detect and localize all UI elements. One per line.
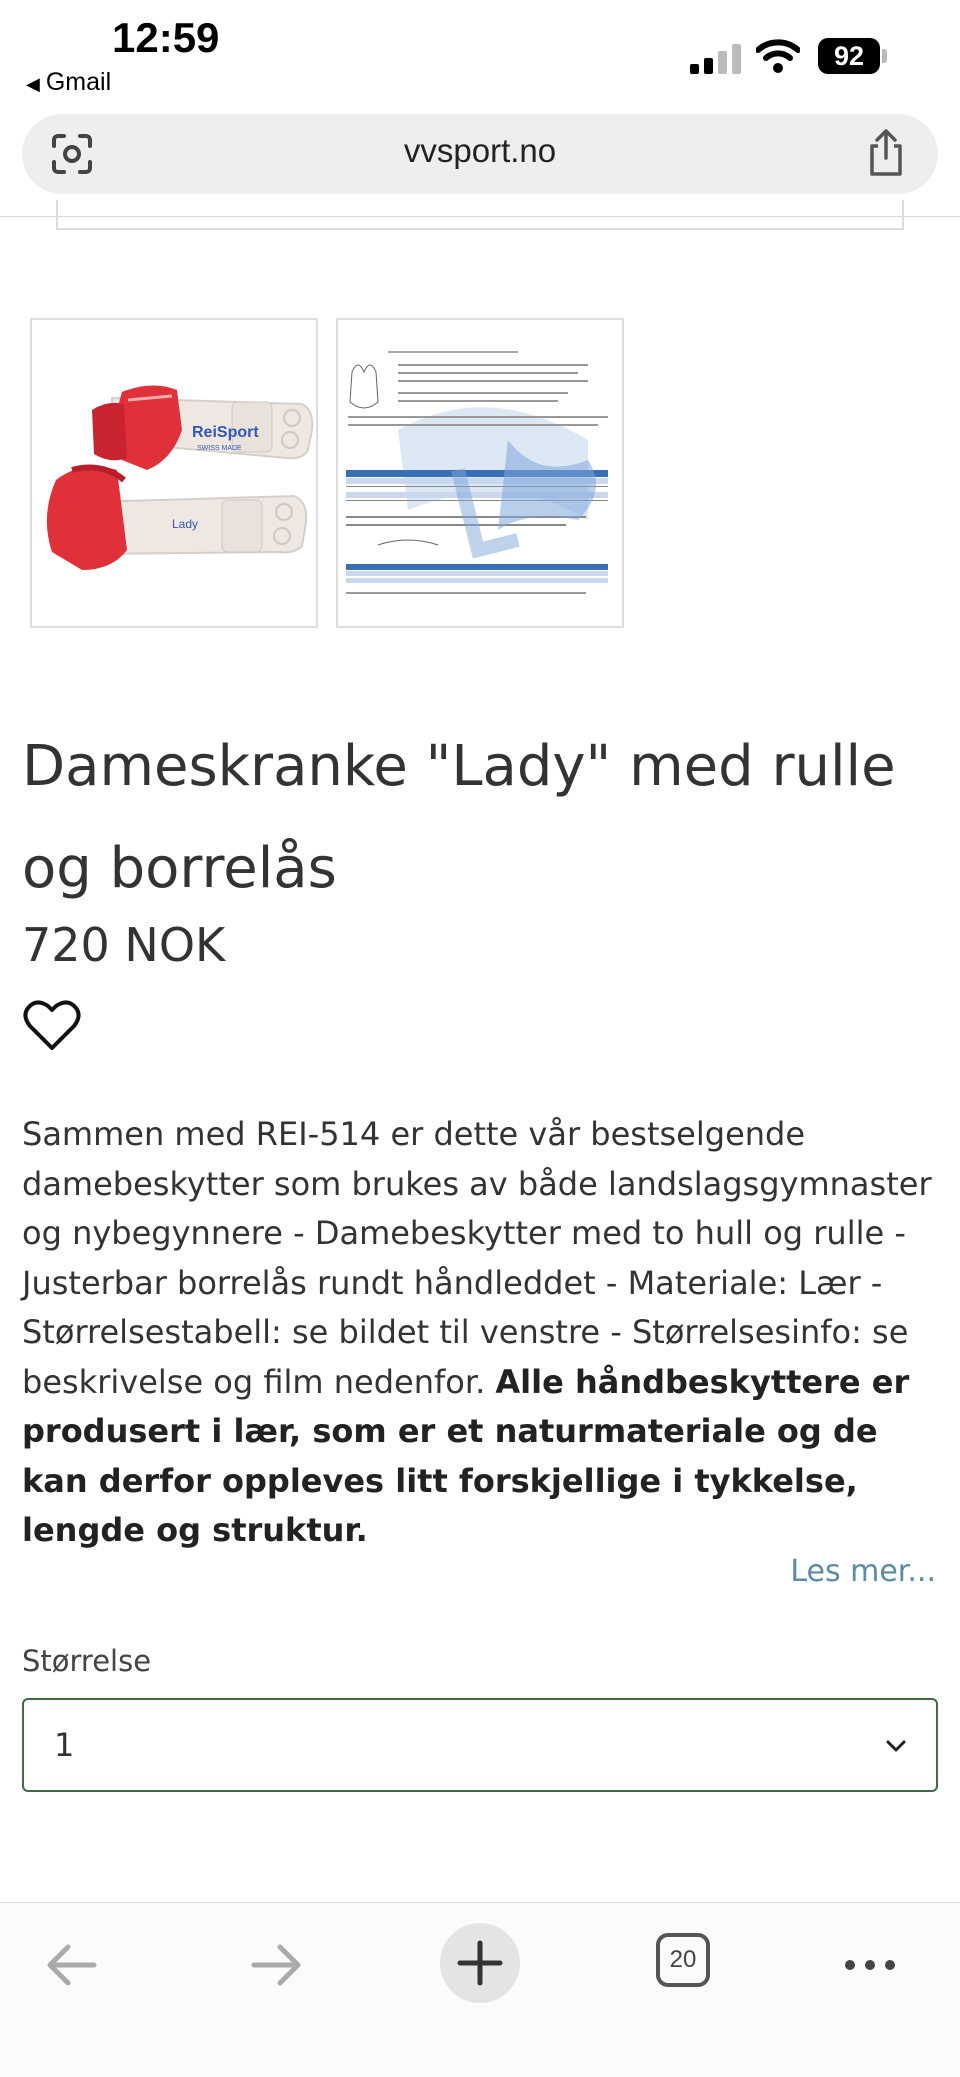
chevron-down-icon (886, 1740, 906, 1752)
tab-count: 20 (656, 1933, 710, 1987)
thumbnail-sub-text: SWISS MADE (197, 445, 242, 452)
battery-icon: 92 (818, 38, 888, 74)
thumbnail-brand-text: ReiSport (192, 424, 259, 441)
new-tab-button[interactable] (440, 1923, 520, 2003)
plus-icon (457, 1940, 503, 1986)
read-more-link[interactable]: Les mer... (790, 1554, 936, 1589)
previous-section-box (56, 200, 904, 230)
back-triangle-icon: ◀ (26, 74, 40, 94)
heart-icon[interactable] (22, 996, 82, 1056)
share-icon[interactable] (864, 128, 908, 178)
more-dots-icon[interactable] (842, 1937, 898, 1993)
size-label: Størrelse (22, 1644, 152, 1678)
wifi-icon (756, 39, 800, 73)
browser-bottom-toolbar: 20 (0, 1902, 960, 2077)
product-price: 720 NOK (22, 918, 226, 972)
size-select[interactable]: 1 (22, 1698, 938, 1792)
thumbnail-model-text: Lady (172, 517, 198, 531)
status-time: 12:59 (112, 14, 220, 61)
size-selected-value: 1 (54, 1726, 75, 1764)
address-bar[interactable]: vvsport.no (22, 114, 938, 194)
grips-image: ReiSport SWISS MADE Lady (46, 385, 314, 570)
tabs-button[interactable]: 20 (656, 1933, 712, 1989)
product-thumbnail-grips[interactable]: ReiSport SWISS MADE Lady (30, 318, 318, 628)
product-thumbnail-size-chart[interactable] (336, 318, 624, 628)
product-title: Dameskranke "Lady" med rulle og borrelås (22, 734, 896, 901)
battery-level: 92 (818, 38, 880, 74)
arrow-left-icon[interactable] (40, 1933, 104, 1997)
back-to-app-link[interactable]: ◀ Gmail (26, 68, 111, 97)
cellular-signal-icon (690, 44, 741, 74)
size-chart-image (346, 351, 608, 594)
description-text: Sammen med REI-514 er dette vår bestselg… (22, 1115, 932, 1401)
back-app-label: Gmail (45, 68, 112, 96)
product-description: Sammen med REI-514 er dette vår bestselg… (22, 1110, 942, 1556)
arrow-right-icon[interactable] (244, 1933, 308, 1997)
url-text[interactable]: vvsport.no (22, 132, 938, 170)
status-bar: 12:59 ◀ Gmail 92 (0, 0, 960, 110)
